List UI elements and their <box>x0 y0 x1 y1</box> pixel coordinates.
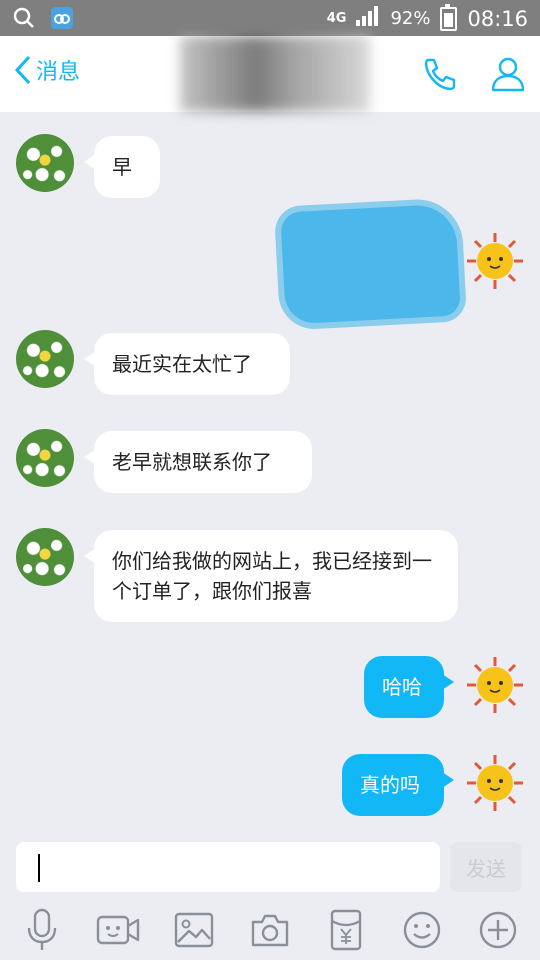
redacted-message-bubble <box>280 203 461 325</box>
message-bubble: 哈哈 <box>364 656 454 718</box>
contact-avatar[interactable] <box>16 134 74 192</box>
contact-avatar[interactable] <box>16 528 74 586</box>
message-text: 真的吗 <box>360 773 420 797</box>
signal-icon <box>356 6 380 31</box>
message-text: 早 <box>112 155 132 179</box>
contact-avatar[interactable] <box>16 330 74 388</box>
video-icon[interactable] <box>94 906 142 954</box>
message-text: 老早就想联系你了 <box>112 450 272 474</box>
self-avatar[interactable] <box>466 232 524 290</box>
message-bubble: 老早就想联系你了 <box>84 431 312 493</box>
message-input[interactable] <box>16 842 440 892</box>
message-bubble: 最近实在太忙了 <box>84 333 290 395</box>
chevron-left-icon <box>14 55 31 85</box>
composer: 发送 <box>0 830 540 900</box>
message-bubble: 你们给我做的网站上，我已经接到一个订单了，跟你们报喜 <box>84 530 458 622</box>
message-bubble: 真的吗 <box>342 754 454 816</box>
input-toolbar <box>0 900 540 960</box>
chat-header: 消息 <box>0 36 540 112</box>
back-button[interactable]: 消息 <box>14 54 80 86</box>
text-caret <box>38 854 40 882</box>
plus-icon[interactable] <box>474 906 522 954</box>
contact-avatar[interactable] <box>16 429 74 487</box>
camera-icon[interactable] <box>246 906 294 954</box>
search-icon <box>12 6 36 30</box>
message-text: 哈哈 <box>382 675 422 699</box>
contact-name-redacted <box>180 36 370 112</box>
battery-icon <box>440 3 458 31</box>
status-bar: 4G 92% 08:16 <box>0 0 540 36</box>
message-bubble: 早 <box>84 136 160 198</box>
qq-notification-icon <box>50 6 74 30</box>
microphone-icon[interactable] <box>18 906 66 954</box>
self-avatar[interactable] <box>466 754 524 812</box>
phone-icon[interactable] <box>420 54 460 94</box>
message-text: 你们给我做的网站上，我已经接到一个订单了，跟你们报喜 <box>112 549 432 603</box>
image-icon[interactable] <box>170 906 218 954</box>
emoji-icon[interactable] <box>398 906 446 954</box>
self-avatar[interactable] <box>466 656 524 714</box>
profile-icon[interactable] <box>488 54 528 94</box>
red-packet-icon[interactable] <box>322 906 370 954</box>
back-label: 消息 <box>36 60 81 85</box>
battery-percent: 92% <box>390 8 431 29</box>
clock: 08:16 <box>467 6 528 31</box>
network-type: 4G <box>326 11 347 26</box>
send-button[interactable]: 发送 <box>450 842 522 892</box>
message-text: 最近实在太忙了 <box>112 352 252 376</box>
